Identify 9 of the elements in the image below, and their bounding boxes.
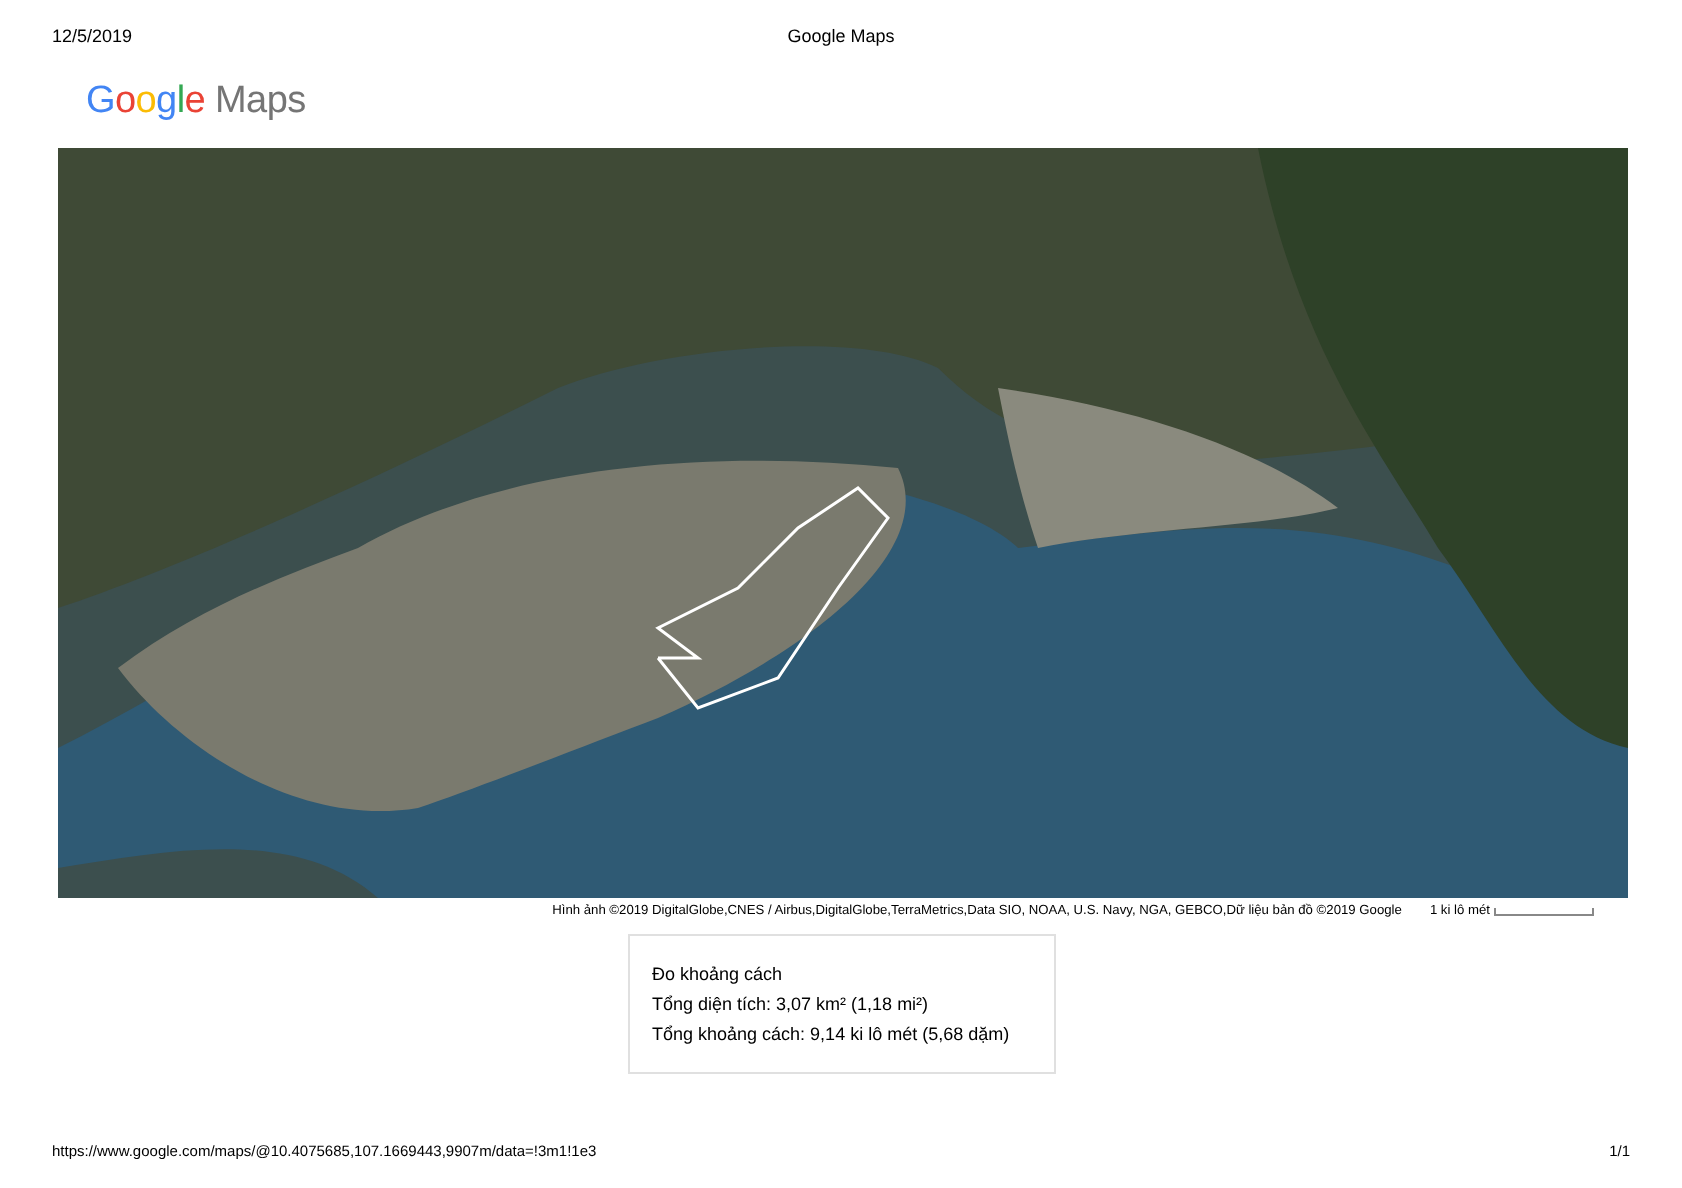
print-date: 12/5/2019 xyxy=(52,26,135,46)
page-title: Google Maps xyxy=(787,26,895,46)
measure-title: Đo khoảng cách xyxy=(652,962,785,988)
satellite-map-drawing[interactable] xyxy=(58,148,1628,898)
logo-product: Maps xyxy=(215,80,306,124)
measure-result: Tổng khoảng cách: 9,14 ki lô mét (5,68 dặm) xyxy=(652,1022,1012,1048)
measure-result: Tổng diện tích: 3,07 km² (1,18 mi²) xyxy=(652,992,931,1018)
scale-bar xyxy=(1494,907,1594,915)
logo-brand: Google xyxy=(86,80,206,124)
